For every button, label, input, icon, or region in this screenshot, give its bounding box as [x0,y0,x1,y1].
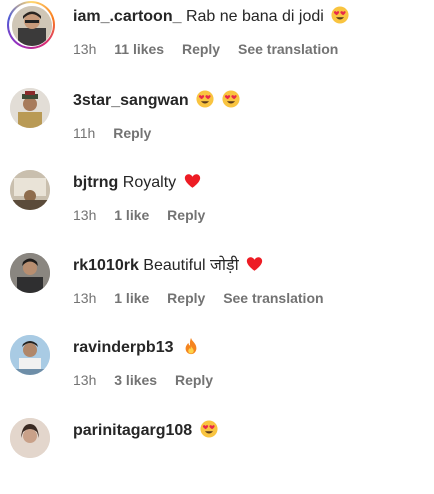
see-translation-button[interactable]: See translation [238,41,338,57]
comment-username[interactable]: iam_.cartoon_ [73,8,181,25]
comment-meta: 13h 1 like Reply [73,206,219,224]
comment-likes[interactable]: 1 like [114,207,149,223]
comment-username[interactable]: 3star_sangwan [73,92,189,109]
avatar[interactable] [10,418,50,458]
comment-time: 11h [73,125,96,141]
comment-text: Beautiful जोड़ी [143,257,239,274]
avatar[interactable] [10,88,50,128]
comment-body: ravinderpb13 [73,337,199,359]
comment-text: Rab ne bana di jodi [185,8,324,25]
see-translation-button[interactable]: See translation [223,290,323,306]
heart-eyes-emoji-icon [222,90,240,108]
comment-meta: 11h Reply [73,124,165,142]
comment-body: parinitagarg108 [73,420,218,442]
red-heart-emoji-icon [246,256,263,272]
heart-eyes-emoji-icon [200,420,218,438]
comment-item: rk1010rk Beautiful जोड़ी 13h 1 like Repl… [0,249,434,329]
comment-body: rk1010rk Beautiful जोड़ी [73,255,263,277]
comment-username[interactable]: parinitagarg108 [73,422,192,439]
comment-username[interactable]: ravinderpb13 [73,339,173,356]
comment-body: bjtrng Royalty [73,172,201,194]
reply-button[interactable]: Reply [167,207,205,223]
comment-time: 13h [73,207,97,223]
reply-button[interactable]: Reply [167,290,205,306]
reply-button[interactable]: Reply [113,125,151,141]
fire-emoji-icon [183,337,199,355]
comment-body: iam_.cartoon_ Rab ne bana di jodi [73,6,349,28]
comment-likes[interactable]: 1 like [114,290,149,306]
comment-username[interactable]: bjtrng [73,174,118,191]
avatar[interactable] [10,335,50,375]
comment-item: bjtrng Royalty 13h 1 like Reply [0,166,434,246]
comment-text: Royalty [122,174,177,191]
comment-time: 13h [73,290,97,306]
heart-eyes-emoji-icon [331,6,349,24]
red-heart-emoji-icon [184,173,201,189]
comment-item: iam_.cartoon_ Rab ne bana di jodi 13h 11… [0,0,434,80]
comment-likes[interactable]: 3 likes [114,372,157,388]
avatar[interactable] [10,253,50,293]
comment-time: 13h [73,41,97,57]
comment-username[interactable]: rk1010rk [73,257,139,274]
comment-meta: 13h 1 like Reply See translation [73,289,338,307]
avatar [12,6,52,46]
avatar-with-story-ring[interactable] [7,1,55,49]
comment-item: 3star_sangwan 11h Reply [0,84,434,164]
comment-meta: 13h 3 likes Reply [73,371,227,389]
comment-meta: 13h 11 likes Reply See translation [73,40,352,58]
comment-likes[interactable]: 11 likes [114,41,164,57]
reply-button[interactable]: Reply [182,41,220,57]
comment-item: parinitagarg108 [0,414,434,494]
comment-body: 3star_sangwan [73,90,240,112]
comment-item: ravinderpb13 13h 3 likes Reply [0,331,434,411]
avatar[interactable] [10,170,50,210]
comment-time: 13h [73,372,97,388]
heart-eyes-emoji-icon [196,90,214,108]
reply-button[interactable]: Reply [175,372,213,388]
